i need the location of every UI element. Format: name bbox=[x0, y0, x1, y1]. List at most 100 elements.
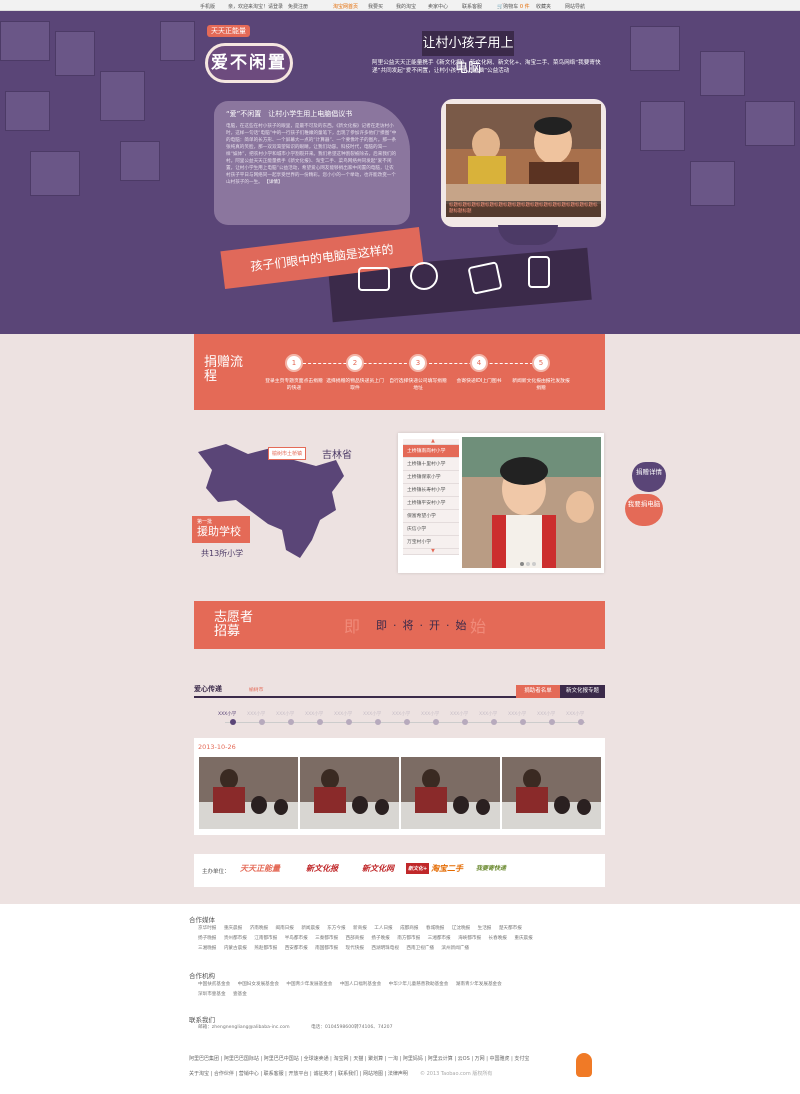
timeline-dot[interactable] bbox=[520, 719, 526, 725]
donate-computer-button[interactable]: 我要捐电脑 bbox=[625, 494, 663, 526]
timeline-school[interactable]: XXX小学 bbox=[305, 711, 323, 717]
ghost-char: 即 bbox=[344, 617, 361, 636]
map-pin-label[interactable]: 榆树市土桥镇 bbox=[268, 447, 307, 460]
gallery-photo[interactable] bbox=[502, 757, 601, 829]
register-link[interactable]: 免费注册 bbox=[288, 3, 308, 10]
banner-subtitle: 阿里公益天天正能量携手《新文化报》、新文化网、新文化+、淘宝二手、菜鸟网络“我要… bbox=[372, 60, 601, 74]
coming-soon: 即·将·开·始 bbox=[376, 619, 473, 632]
mini-logo: 天天正能量 bbox=[207, 25, 250, 37]
welcome-login[interactable]: 亲，欢迎来淘宝！请登录 bbox=[228, 3, 283, 10]
mobile-link[interactable]: 手机版 bbox=[200, 3, 215, 10]
phone-drawing-icon bbox=[528, 256, 550, 288]
gallery-photo[interactable] bbox=[401, 757, 500, 829]
site-nav-menu[interactable]: 网站导航 bbox=[565, 3, 585, 10]
timeline-dot[interactable] bbox=[230, 719, 236, 725]
media-links: 京华时报 重庆晨报 济南晚报 闽南日报 新闻晨报 东方今报 新商报 工人日报 成… bbox=[198, 926, 533, 951]
gallery-photo[interactable] bbox=[199, 757, 298, 829]
org-title: 合作机构 bbox=[189, 972, 215, 980]
proposal-bubble: “爱”不闲置 让村小学生用上电脑倡议书 电脑，在这些在村小孩子的眼里，是最不可及… bbox=[214, 101, 410, 225]
timeline-school[interactable]: XXX小学 bbox=[218, 711, 236, 717]
love-passing-title: 爱心传递 bbox=[194, 685, 222, 693]
timeline-school[interactable]: XXX小学 bbox=[363, 711, 381, 717]
school-item[interactable]: 土桥镇平安村小学 bbox=[403, 497, 459, 510]
school-item[interactable]: 土桥镇保家小学 bbox=[403, 471, 459, 484]
seller-center-menu[interactable]: 卖家中心 bbox=[428, 3, 448, 10]
contact-email[interactable]: 邮箱：zhengnengliang@alibaba-inc.com bbox=[198, 1025, 290, 1030]
step-1: 1 bbox=[285, 354, 303, 372]
timeline-dot[interactable] bbox=[578, 719, 584, 725]
org-links: 中国扶贫基金会 中国妇女发展基金会 中国青少年发展基金会 中国人口福利基金会 中… bbox=[198, 982, 502, 997]
timeline-school[interactable]: XXX小学 bbox=[247, 711, 265, 717]
volunteer-recruit: 志愿者招募 即 即·将·开·始 始 bbox=[194, 601, 605, 649]
media-title: 合作媒体 bbox=[189, 916, 215, 924]
school-item[interactable]: 保富希望小学 bbox=[403, 510, 459, 523]
banner-title: 让村小孩子用上电脑 bbox=[422, 31, 514, 76]
taobao-links[interactable]: 关于淘宝 | 合作伙伴 | 营销中心 | 联系客服 | 开放平台 | 诚征英才 … bbox=[189, 1070, 408, 1077]
timeline-dot[interactable] bbox=[375, 719, 381, 725]
contact-phone: 电话：0104598600转74106、74207 bbox=[311, 1025, 393, 1030]
step-5: 5 bbox=[532, 354, 550, 372]
slideshow-photo[interactable]: 标题标题标题标题标题标题标题标题标题标题标题标题标题标题标题标题标题标题标题 bbox=[446, 104, 601, 217]
taobao-home-link[interactable]: 淘宝网首页 bbox=[333, 3, 358, 10]
timeline-school[interactable]: XXX小学 bbox=[421, 711, 439, 717]
donation-process: 捐赠流程 1 登录主页专题页面点击捐赠的快递 2 选择捐赠的物品快递员上门取件 … bbox=[194, 334, 605, 410]
timeline-school[interactable]: XXX小学 bbox=[566, 711, 584, 717]
step-3: 3 bbox=[409, 354, 427, 372]
contact-service-link[interactable]: 联系客服 bbox=[462, 3, 482, 10]
donation-details-button[interactable]: 捐赠详情 bbox=[632, 462, 666, 492]
timeline-dot[interactable] bbox=[433, 719, 439, 725]
sponsor-logo[interactable]: 天天正能量 bbox=[240, 863, 280, 874]
total-schools: 共13所小学 bbox=[201, 549, 244, 558]
timeline-school[interactable]: XXX小学 bbox=[479, 711, 497, 717]
timeline-dot[interactable] bbox=[491, 719, 497, 725]
tab-donor-list[interactable]: 捐助者名单 bbox=[516, 685, 560, 698]
timeline-school[interactable]: XXX小学 bbox=[537, 711, 555, 717]
school-item[interactable]: 土桥镇南岗村小学 bbox=[403, 445, 459, 458]
school-item[interactable]: 土桥镇十里村小学 bbox=[403, 458, 459, 471]
volunteer-label: 志愿者招募 bbox=[214, 610, 254, 639]
sponsor-logo[interactable]: 我要寄快递 bbox=[476, 863, 506, 872]
love-location: 榆树市 bbox=[249, 688, 264, 693]
tab-special-topic[interactable]: 新文化报专题 bbox=[560, 685, 605, 698]
timeline-school[interactable]: XXX小学 bbox=[392, 711, 410, 717]
list-down-icon[interactable]: ▼ bbox=[403, 549, 459, 555]
cart-link[interactable]: 🛒购物车 0 件 bbox=[497, 3, 530, 10]
sponsor-logo[interactable]: 新文化网 bbox=[362, 863, 394, 874]
timeline-dot[interactable] bbox=[259, 719, 265, 725]
timeline-school[interactable]: XXX小学 bbox=[508, 711, 526, 717]
bg-photo bbox=[640, 101, 685, 151]
mouse-drawing-icon bbox=[410, 262, 438, 290]
bg-photo bbox=[0, 21, 50, 61]
proposal-more-link[interactable]: 【详情】 bbox=[264, 180, 282, 185]
timeline-dot[interactable] bbox=[317, 719, 323, 725]
school-item[interactable]: 万宝村小学 bbox=[403, 536, 459, 549]
sponsor-logo[interactable]: 淘宝二手 bbox=[431, 863, 463, 874]
school-item[interactable]: 庆信小学 bbox=[403, 523, 459, 536]
sponsor-logo[interactable]: 新文化报 bbox=[306, 863, 338, 874]
group-links[interactable]: 阿里巴巴集团 | 阿里巴巴国际站 | 阿里巴巴中国站 | 全球速卖通 | 淘宝网… bbox=[189, 1055, 529, 1062]
hero-banner: 天天正能量 爱不闲置 让村小孩子用上电脑 阿里公益天天正能量携手《新文化报》、新… bbox=[0, 11, 800, 334]
bg-photo bbox=[5, 91, 50, 131]
school-photo[interactable] bbox=[462, 437, 601, 568]
timeline-dot[interactable] bbox=[288, 719, 294, 725]
student-photo bbox=[462, 437, 601, 568]
sponsor-logo[interactable]: 新文化+ bbox=[406, 863, 430, 874]
timeline-school[interactable]: XXX小学 bbox=[276, 711, 294, 717]
my-taobao-menu[interactable]: 我的淘宝 bbox=[396, 3, 416, 10]
timeline-dot[interactable] bbox=[462, 719, 468, 725]
step-2: 2 bbox=[346, 354, 364, 372]
school-item[interactable]: 土桥镇长寿村小学 bbox=[403, 484, 459, 497]
buy-menu[interactable]: 我要买 bbox=[368, 3, 383, 10]
timeline-dot[interactable] bbox=[346, 719, 352, 725]
favorites-menu[interactable]: 收藏夹 bbox=[536, 3, 551, 10]
footer: 合作媒体 京华时报 重庆晨报 济南晚报 闽南日报 新闻晨报 东方今报 新商报 工… bbox=[0, 904, 800, 1094]
timeline-dot[interactable] bbox=[549, 719, 555, 725]
sponsor-bar: 主办单位： 天天正能量 新文化报 新文化网 新文化+ 淘宝二手 我要寄快递 bbox=[194, 854, 605, 887]
assist-schools-tag: 第一批 援助学校 bbox=[192, 516, 250, 543]
gallery-photo[interactable] bbox=[300, 757, 399, 829]
timeline-school[interactable]: XXX小学 bbox=[334, 711, 352, 717]
timeline-dot[interactable] bbox=[404, 719, 410, 725]
school-panel: ▲ 土桥镇南岗村小学 土桥镇十里村小学 土桥镇保家小学 土桥镇长寿村小学 土桥镇… bbox=[398, 433, 604, 573]
timeline-school[interactable]: XXX小学 bbox=[450, 711, 468, 717]
campaign-logo: 爱不闲置 bbox=[205, 43, 293, 83]
